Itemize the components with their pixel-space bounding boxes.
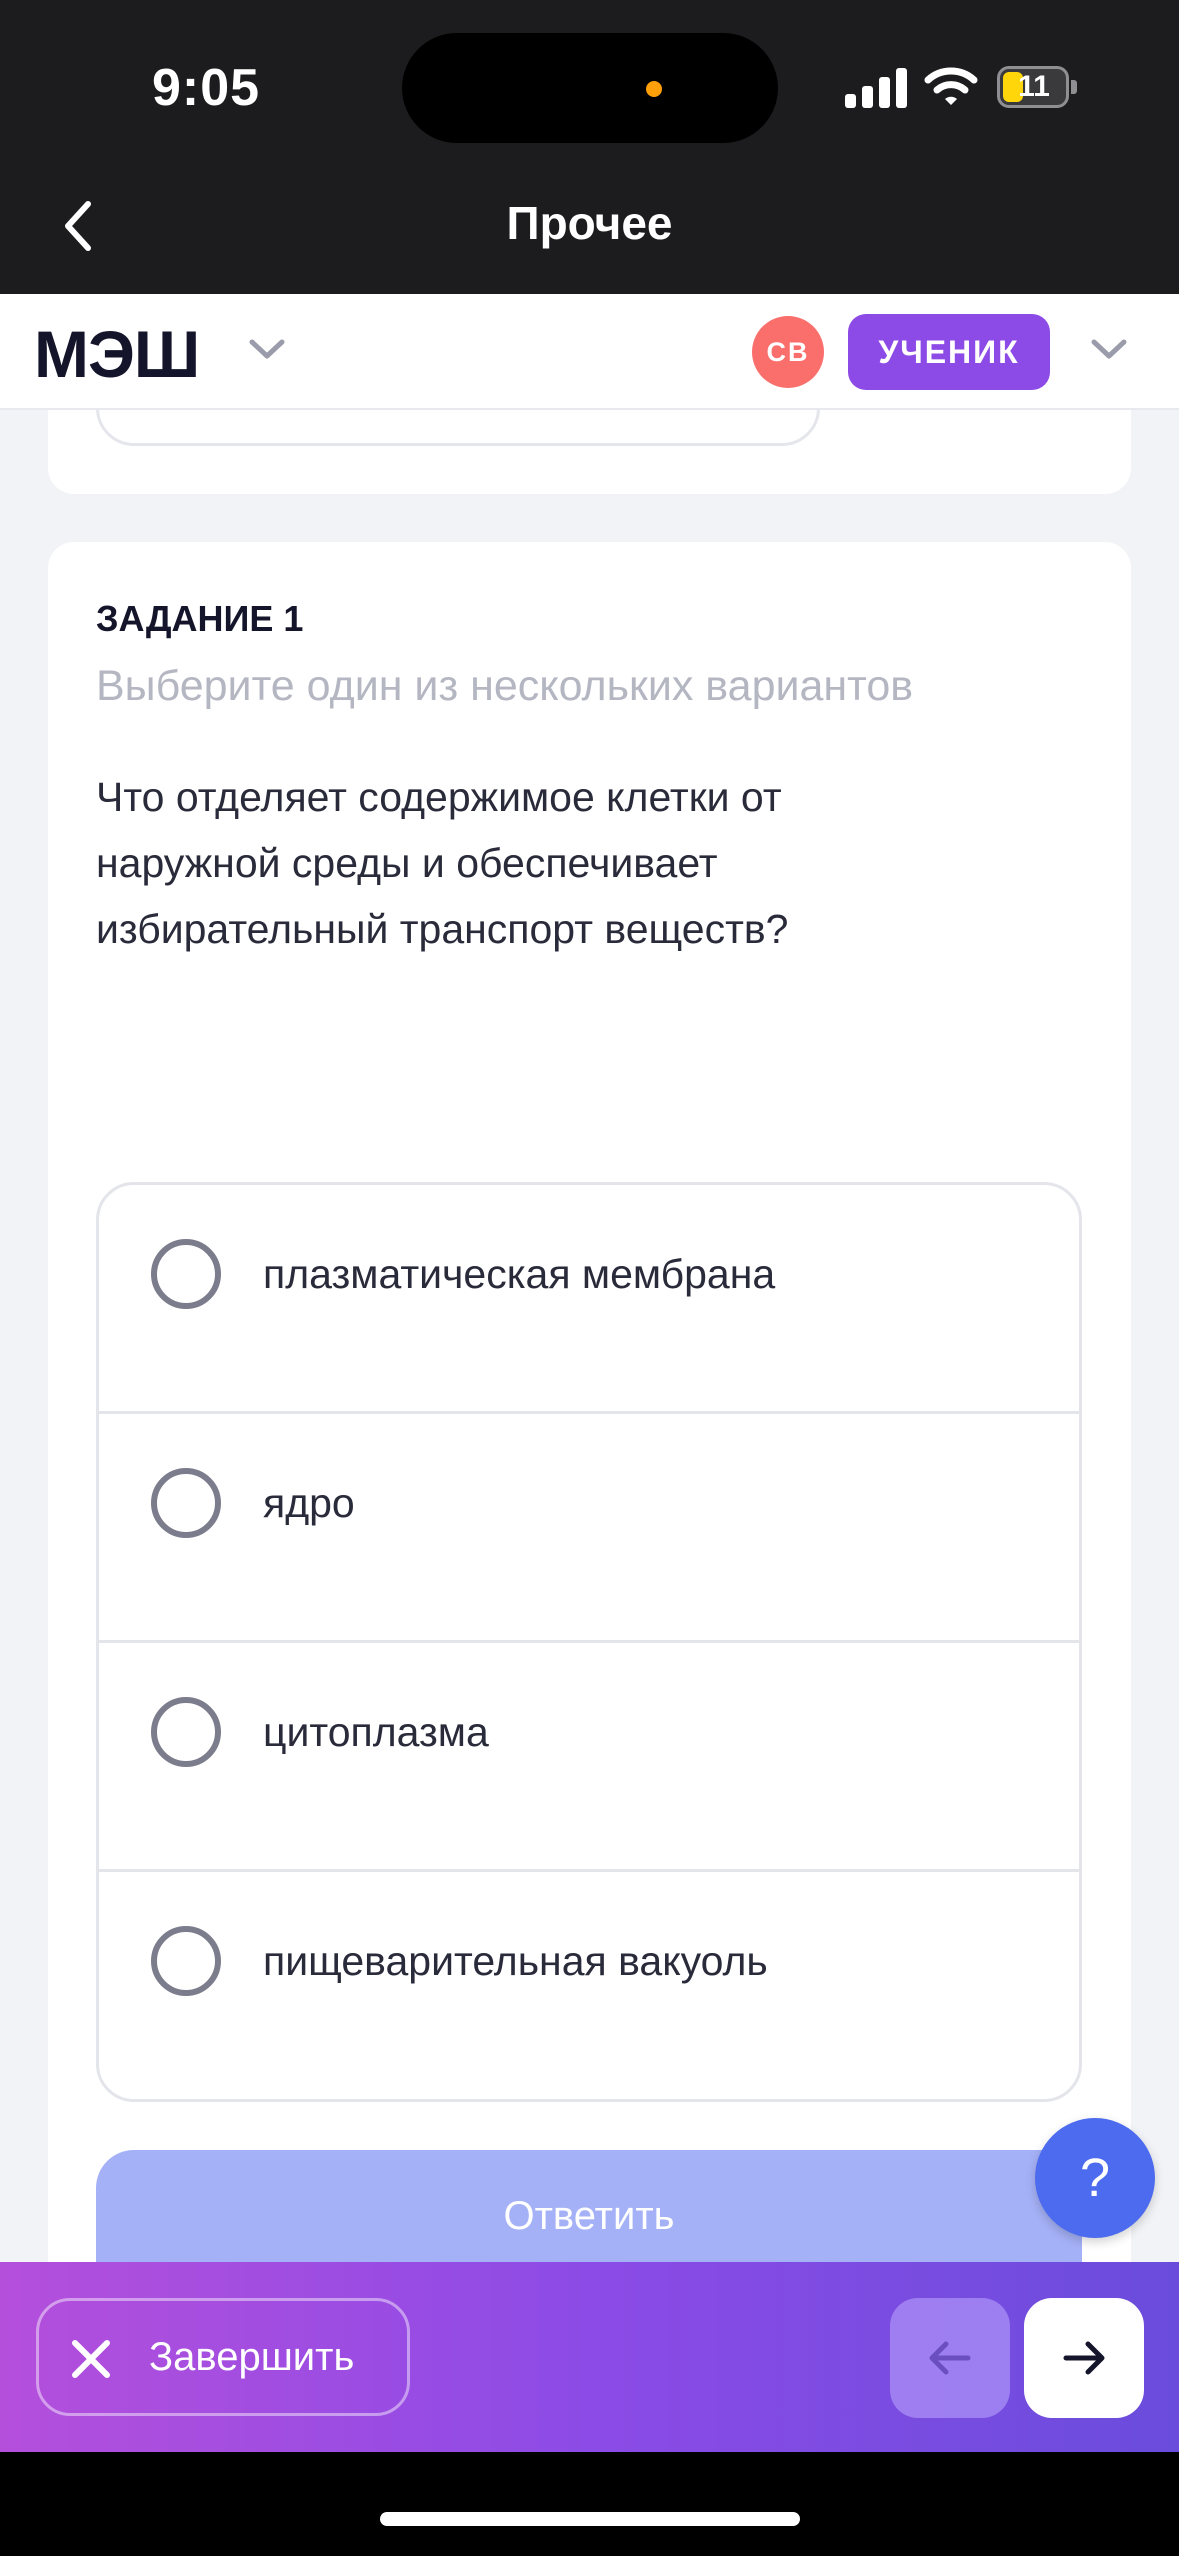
- screen: 9:05 11 Прочее МЭШ СВ УЧЕНИК ЗАДАНИЕ 1 В…: [0, 0, 1179, 2556]
- battery-cap: [1071, 80, 1077, 94]
- answer-option[interactable]: ядро: [99, 1414, 1079, 1643]
- answer-option-label: ядро: [263, 1480, 355, 1526]
- answer-option-label: плазматическая мембрана: [263, 1251, 776, 1297]
- arrow-left-icon: [929, 2341, 971, 2375]
- wifi-icon: [924, 67, 978, 105]
- finish-button[interactable]: Завершить: [36, 2298, 410, 2416]
- radio-icon[interactable]: [151, 1926, 221, 1996]
- task-question: Что отделяет содержимое клетки от наружн…: [96, 774, 789, 952]
- next-task-button[interactable]: [1024, 2298, 1144, 2418]
- avatar[interactable]: СВ: [752, 316, 824, 388]
- task-card: ЗАДАНИЕ 1 Выберите один из нескольких ва…: [48, 542, 1131, 2372]
- close-icon: [72, 2340, 110, 2378]
- finish-label: Завершить: [149, 2335, 355, 2379]
- top-bar: 9:05 11 Прочее: [0, 0, 1179, 294]
- answer-option[interactable]: цитоплазма: [99, 1643, 1079, 1872]
- answer-option-label: пищеварительная вакуоль: [263, 1938, 768, 1984]
- answer-options: плазматическая мембрана ядро цитоплазма …: [96, 1182, 1082, 2102]
- previous-task-button[interactable]: [890, 2298, 1010, 2418]
- privacy-indicator-icon: [646, 81, 662, 97]
- radio-icon[interactable]: [151, 1239, 221, 1309]
- bottom-bar: Завершить: [0, 2262, 1179, 2452]
- signal-icon: [845, 66, 907, 108]
- answer-option[interactable]: плазматическая мембрана: [99, 1185, 1079, 1414]
- battery-icon: 11: [997, 66, 1069, 108]
- home-indicator[interactable]: [380, 2512, 800, 2526]
- radio-icon[interactable]: [151, 1468, 221, 1538]
- home-area: [0, 2452, 1179, 2556]
- role-badge[interactable]: УЧЕНИК: [848, 314, 1050, 390]
- page-title: Прочее: [506, 197, 673, 249]
- answer-option-label: цитоплазма: [263, 1709, 489, 1755]
- task-hint: Выберите один из нескольких вариантов: [96, 662, 914, 710]
- chevron-down-icon[interactable]: [246, 334, 288, 364]
- app-header: МЭШ СВ УЧЕНИК: [0, 294, 1179, 410]
- help-button[interactable]: ?: [1035, 2118, 1155, 2238]
- radio-icon[interactable]: [151, 1697, 221, 1767]
- dynamic-island: [402, 33, 778, 143]
- answer-option[interactable]: пищеварительная вакуоль: [99, 1872, 1079, 2099]
- task-label: ЗАДАНИЕ 1: [96, 598, 304, 639]
- status-time: 9:05: [152, 59, 261, 117]
- battery-percent: 11: [1018, 70, 1050, 103]
- chevron-down-icon[interactable]: [1088, 334, 1130, 364]
- app-logo[interactable]: МЭШ: [34, 316, 200, 392]
- arrow-right-icon: [1063, 2341, 1105, 2375]
